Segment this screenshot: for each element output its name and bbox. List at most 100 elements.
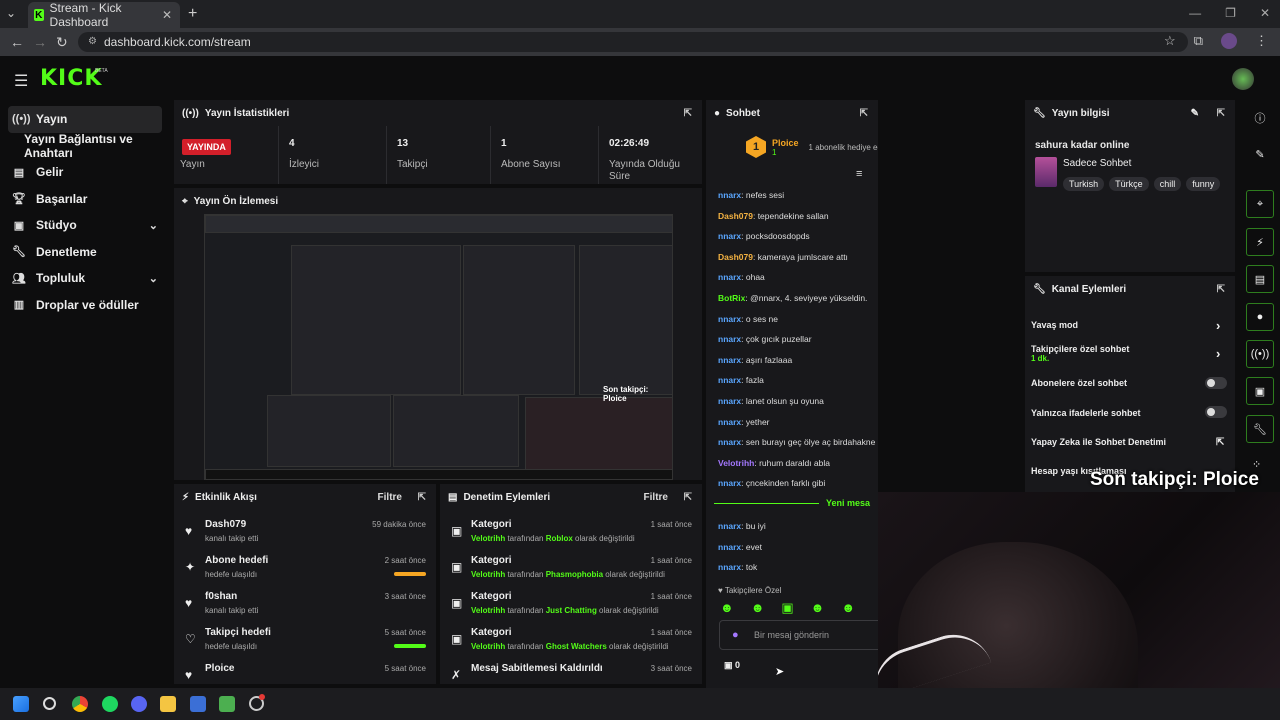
- sidebar-item-droplar[interactable]: ▥ Droplar ve ödüller: [0, 292, 170, 319]
- filter-button[interactable]: Filtre: [644, 492, 668, 503]
- chat-message[interactable]: nnarx: pocksdoosdopds: [718, 231, 810, 241]
- search-icon[interactable]: [43, 697, 56, 710]
- popout-icon[interactable]: ⇱: [418, 492, 426, 503]
- popout-icon[interactable]: ⇱: [1217, 284, 1225, 295]
- tag[interactable]: funny: [1186, 177, 1221, 191]
- chat-message[interactable]: Dash079: tependekine sallan: [718, 211, 829, 221]
- site-info-icon[interactable]: ⚙: [88, 36, 97, 47]
- chevron-right-icon[interactable]: ›: [1216, 346, 1220, 361]
- browser-menu-icon[interactable]: ⋮: [1255, 33, 1268, 49]
- chat-username[interactable]: nnarx: [718, 355, 741, 365]
- chat-username[interactable]: BotRix: [718, 293, 745, 303]
- forward-icon[interactable]: →: [33, 34, 47, 50]
- tag[interactable]: Türkçe: [1109, 177, 1149, 191]
- chat-username[interactable]: nnarx: [718, 334, 741, 344]
- reload-icon[interactable]: ↻: [56, 34, 68, 51]
- stream-category[interactable]: Sadece Sohbet: [1063, 158, 1131, 169]
- chat-message[interactable]: nnarx: fazla: [718, 375, 764, 385]
- chat-username[interactable]: nnarx: [718, 562, 741, 572]
- store-icon[interactable]: [190, 696, 206, 712]
- edit-icon[interactable]: ✎: [1246, 140, 1274, 168]
- filter-button[interactable]: Filtre: [378, 492, 402, 503]
- chat-username[interactable]: nnarx: [718, 190, 741, 200]
- new-messages-divider[interactable]: Yeni mesa: [714, 498, 878, 510]
- chat-username[interactable]: Dash079: [718, 211, 753, 221]
- chat-message[interactable]: nnarx: bu iyi: [718, 521, 766, 531]
- sidebar-item-stream-key[interactable]: Yayın Bağlantısı ve Anahtarı: [0, 132, 170, 160]
- bookmark-star-icon[interactable]: ☆: [1164, 33, 1176, 49]
- action-ai-moderation[interactable]: Yapay Zeka ile Sohbet Denetimi ⇱: [1031, 437, 1224, 448]
- action-followers-only[interactable]: Takipçilere özel sohbet 1 dk. ›: [1031, 344, 1220, 363]
- chat-username[interactable]: nnarx: [718, 272, 741, 282]
- minimize-icon[interactable]: —: [1189, 6, 1201, 20]
- chevron-down-icon[interactable]: ⌄: [149, 219, 158, 232]
- action-slow-mode[interactable]: Yavaş mod ›: [1031, 318, 1220, 333]
- tag[interactable]: Turkish: [1063, 177, 1105, 191]
- collapse-pinned-icon[interactable]: ≡: [856, 168, 862, 180]
- tag[interactable]: chill: [1153, 177, 1182, 191]
- edit-icon[interactable]: ✎: [1191, 108, 1199, 119]
- sidebar-item-gelir[interactable]: ▤ Gelir: [0, 159, 170, 186]
- chat-username[interactable]: nnarx: [718, 231, 741, 241]
- chat-username[interactable]: nnarx: [718, 542, 741, 552]
- sidebar-item-topluluk[interactable]: 👥︎ Topluluk ⌄: [0, 265, 170, 292]
- url-field[interactable]: ⚙ dashboard.kick.com/stream: [78, 32, 1188, 52]
- chat-message[interactable]: nnarx: aşırı fazlaaa: [718, 355, 792, 365]
- minecraft-icon[interactable]: [219, 696, 235, 712]
- wrench-icon[interactable]: 🔧︎: [1246, 415, 1274, 443]
- external-link-icon[interactable]: ⇱: [1216, 437, 1224, 448]
- chevron-down-icon[interactable]: ⌄: [149, 272, 158, 285]
- chat-username[interactable]: Dash079: [718, 252, 753, 262]
- kick-logo[interactable]: KICK: [40, 66, 102, 91]
- windows-start-icon[interactable]: [13, 696, 29, 712]
- chat-username[interactable]: nnarx: [718, 375, 741, 385]
- emotes-only-toggle[interactable]: [1205, 406, 1227, 418]
- moderation-icon[interactable]: ▣: [1246, 377, 1274, 405]
- file-explorer-icon[interactable]: [160, 696, 176, 712]
- chat-message[interactable]: nnarx: ohaa: [718, 272, 765, 282]
- chat-message[interactable]: nnarx: o ses ne: [718, 314, 778, 324]
- user-avatar[interactable]: [1232, 68, 1254, 90]
- chrome-icon[interactable]: [72, 696, 88, 712]
- chat-message[interactable]: nnarx: çok gıcık puzellar: [718, 334, 812, 344]
- chat-message[interactable]: nnarx: sen burayı geç ölye aç birdahakne: [718, 437, 875, 447]
- chat-input[interactable]: ● Bir mesaj gönderin: [719, 620, 878, 650]
- broadcast-icon[interactable]: ((•)): [1246, 340, 1274, 368]
- stream-preview-video[interactable]: Son takipçi: Ploice: [204, 214, 673, 480]
- sidebar-item-studyo[interactable]: ▣ Stüdyo ⌄: [0, 212, 170, 239]
- chat-username[interactable]: nnarx: [718, 437, 741, 447]
- browser-tab[interactable]: K Stream - Kick Dashboard ✕: [28, 1, 180, 29]
- chat-username[interactable]: nnarx: [718, 417, 741, 427]
- extensions-icon[interactable]: ⧉: [1194, 33, 1203, 49]
- popout-icon[interactable]: ⇱: [1217, 108, 1225, 119]
- chat-username[interactable]: nnarx: [718, 478, 741, 488]
- chat-username[interactable]: nnarx: [718, 314, 741, 324]
- chat-message[interactable]: BotRix: @nnarx, 4. seviyeye yükseldin.: [718, 293, 867, 303]
- popout-icon[interactable]: ⇱: [860, 108, 868, 119]
- document-icon[interactable]: ▤: [1246, 265, 1274, 293]
- chat-icon[interactable]: ●: [1246, 303, 1274, 331]
- chat-message[interactable]: nnarx: evet: [718, 542, 762, 552]
- spotify-icon[interactable]: [102, 696, 118, 712]
- chat-message[interactable]: Velotrihh: ruhum daraldı abla: [718, 458, 830, 468]
- settings-dots-icon[interactable]: ⁘: [1252, 458, 1261, 471]
- pinned-gifter[interactable]: 1 Ploice 1 1 abonelik hediye ederek 2. s…: [746, 136, 878, 158]
- sidebar-item-yayin[interactable]: ((•)) Yayın: [8, 106, 162, 133]
- subscribers-only-toggle[interactable]: [1205, 377, 1227, 389]
- emote-icon[interactable]: ☻: [841, 600, 855, 616]
- hamburger-menu-icon[interactable]: ☰: [14, 71, 28, 91]
- back-icon[interactable]: ←: [10, 34, 24, 50]
- close-window-icon[interactable]: ✕: [1260, 6, 1270, 20]
- preview-toggle-icon[interactable]: ⌖: [1246, 190, 1274, 218]
- info-icon[interactable]: ⓘ: [1246, 104, 1274, 132]
- maximize-icon[interactable]: ❐: [1225, 6, 1236, 20]
- popout-icon[interactable]: ⇱: [684, 492, 692, 503]
- chat-message[interactable]: nnarx: nefes sesi: [718, 190, 784, 200]
- popout-icon[interactable]: ⇱: [684, 108, 692, 119]
- new-tab-icon[interactable]: +: [188, 5, 197, 23]
- microphone-icon[interactable]: ●: [732, 629, 739, 641]
- chat-message[interactable]: nnarx: yether: [718, 417, 770, 427]
- chat-message[interactable]: Dash079: kameraya jumlscare attı: [718, 252, 848, 262]
- emote-icon[interactable]: ☻: [720, 600, 734, 616]
- channel-points[interactable]: ▣ 0: [724, 660, 740, 671]
